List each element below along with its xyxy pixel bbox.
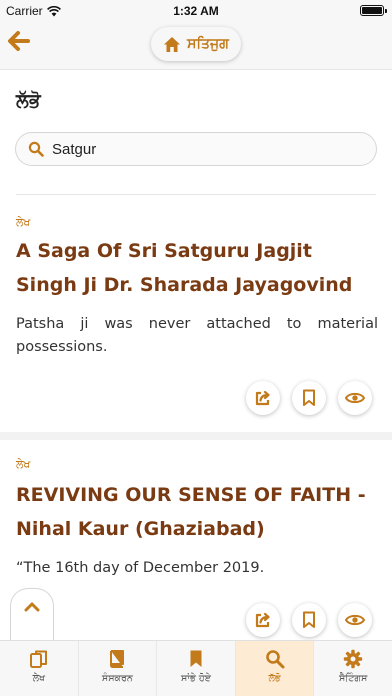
arrow-left-icon [8,31,30,51]
search-icon [28,141,44,157]
search-input[interactable] [52,140,352,158]
search-field[interactable] [15,132,377,166]
gear-icon [343,649,363,669]
home-button[interactable]: ਸਤਿਜੁਗ [151,27,241,61]
result-actions [246,603,372,637]
chevron-up-icon [24,602,40,612]
bookmark-icon [190,650,202,667]
tab-label: ਲੇਖ [32,673,46,684]
search-icon [265,650,285,669]
tab-editions[interactable]: ਸੰਸਕਰਨ [79,641,158,696]
tab-label: ਸਾਂਭੇ ਹੋਏ [180,673,211,684]
view-button[interactable] [338,603,372,637]
battery-icon [360,5,387,16]
articles-icon [29,650,47,668]
share-icon [255,390,270,406]
share-icon [255,612,270,628]
home-label: ਸਤਿਜੁਗ [187,36,229,52]
tab-articles[interactable]: ਲੇਖ [0,641,79,696]
result-excerpt: “The 16th day of December 2019. [16,560,265,576]
divider [16,194,376,195]
result-title[interactable]: REVIVING OUR SENSE OF FAITH - Nihal Kaur… [16,478,378,546]
view-button[interactable] [338,381,372,415]
eye-icon [345,392,365,404]
result-card[interactable]: ਲੇਖ REVIVING OUR SENSE OF FAITH - Nihal … [0,440,392,640]
tab-label: ਲੱਭੋ [268,673,281,684]
share-button[interactable] [246,603,280,637]
bookmark-button[interactable] [292,381,326,415]
eye-icon [345,614,365,626]
tab-search[interactable]: ਲੱਭੋ [235,641,315,696]
section-separator [0,432,392,440]
bookmark-icon [303,389,315,406]
share-button[interactable] [246,381,280,415]
tab-bar: ਲੇਖ ਸੰਸਕਰਨ ਸਾਂਭੇ ਹੋਏ ਲੱਭੋ ਸੈਟਿੰਗਸ [0,640,392,696]
clock: 1:32 AM [173,4,219,18]
tab-label: ਸੈਟਿੰਗਸ [338,673,368,684]
tab-label: ਸੰਸਕਰਨ [101,673,133,684]
scroll-to-top-button[interactable] [10,588,54,640]
result-title[interactable]: A Saga Of Sri Satguru Jagjit Singh Ji Dr… [16,234,378,302]
home-icon [164,36,181,52]
result-excerpt: Patsha ji was never attached to material… [16,316,378,355]
book-icon [110,650,125,668]
result-category: ਲੇਖ [16,458,31,471]
result-actions [246,381,372,415]
bookmark-icon [303,611,315,628]
back-button[interactable] [6,28,32,54]
app-header: ਸਤਿਜੁਗ [0,22,392,70]
page-title: ਲੱਭੋ [16,90,41,112]
tab-settings[interactable]: ਸੈਟਿੰਗਸ [314,641,392,696]
result-card[interactable]: ਲੇਖ A Saga Of Sri Satguru Jagjit Singh J… [0,196,392,432]
bookmark-button[interactable] [292,603,326,637]
status-bar: Carrier 1:32 AM [0,0,392,22]
result-category: ਲੇਖ [16,216,31,229]
tab-saved[interactable]: ਸਾਂਭੇ ਹੋਏ [157,641,236,696]
